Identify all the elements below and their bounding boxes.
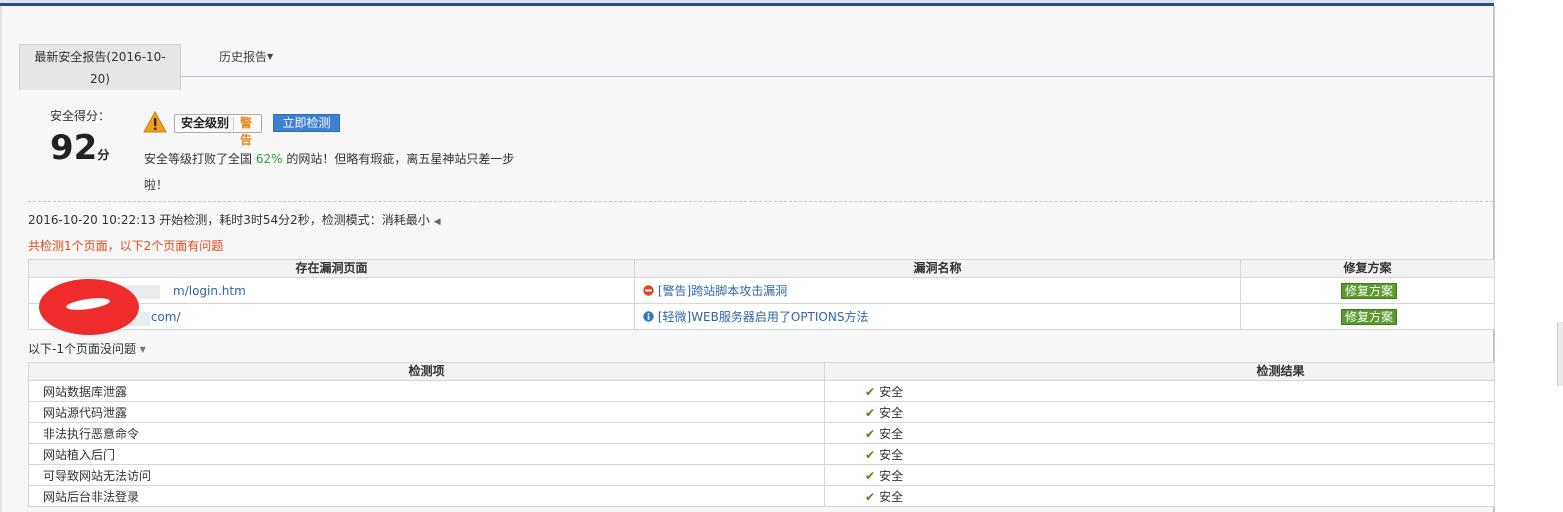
- column-header: 存在漏洞页面: [28, 259, 635, 278]
- desc-before: 安全等级打败了全国: [144, 152, 256, 166]
- side-scroll-handle[interactable]: [1557, 322, 1563, 386]
- table-row: 网站后台非法登录 ✔ 安全: [28, 485, 1495, 507]
- fix-solution-button[interactable]: 修复方案: [1341, 282, 1398, 299]
- check-item: 网站数据库泄露: [28, 380, 825, 402]
- check-result: ✔ 安全: [824, 485, 1495, 507]
- fix-cell: 修复方案: [1240, 303, 1495, 330]
- table-row: 网站源代码泄露 ✔ 安全: [28, 401, 1495, 423]
- score-unit: 分: [97, 148, 110, 162]
- check-result: ✔ 安全: [824, 422, 1495, 444]
- check-result: ✔ 安全: [824, 464, 1495, 486]
- chevron-down-icon: ▼: [267, 52, 274, 61]
- vuln-name-cell: [警告]跨站脚本攻击漏洞: [634, 277, 1241, 304]
- divider: [28, 201, 1493, 202]
- check-result: ✔ 安全: [824, 443, 1495, 465]
- table-row: 可导致网站无法访问 ✔ 安全: [28, 464, 1495, 486]
- check-icon: ✔: [865, 426, 876, 441]
- check-item: 非法执行恶意命令: [28, 422, 825, 444]
- scan-info-text: 2016-10-20 10:22:13 开始检测，耗时3时54分2秒，检测模式：…: [28, 213, 430, 227]
- fix-solution-button[interactable]: 修复方案: [1341, 308, 1398, 325]
- vuln-page-link[interactable]: .com/: [147, 310, 181, 324]
- outer-background: [1495, 0, 1563, 512]
- info-icon: [643, 311, 654, 322]
- check-icon: ✔: [865, 447, 876, 462]
- table-row: m/login.htm [警告]跨站脚本攻击漏洞 修复方案: [28, 277, 1495, 304]
- table-row: 非法执行恶意命令 ✔ 安全: [28, 422, 1495, 444]
- check-result: ✔ 安全: [824, 401, 1495, 423]
- warning-icon: [143, 111, 167, 133]
- level-divider: [233, 117, 234, 131]
- vuln-page-link[interactable]: m/login.htm: [173, 284, 246, 298]
- score-description: 安全等级打败了全国 62% 的网站！但略有瑕疵，离五星神站只差一步啦！: [144, 146, 524, 198]
- table-row: 网站数据库泄露 ✔ 安全: [28, 380, 1495, 402]
- score-label: 安全得分：: [50, 109, 111, 123]
- scan-info: 2016-10-20 10:22:13 开始检测，耗时3时54分2秒，检测模式：…: [28, 211, 441, 228]
- vuln-name-link[interactable]: [警告]跨站脚本攻击漏洞: [658, 284, 787, 298]
- vuln-name-cell: [轻微]WEB服务器启用了OPTIONS方法: [634, 303, 1241, 330]
- issue-summary: 共检测1个页面，以下2个页面有问题: [28, 239, 224, 253]
- no-problem-text: 以下-1个页面没问题: [28, 342, 136, 356]
- tab-latest-report-label: 最新安全报告(2016-10-20): [34, 50, 166, 86]
- check-item: 可导致网站无法访问: [28, 464, 825, 486]
- chevron-down-icon: ▼: [139, 345, 146, 354]
- table-row: .com/ [轻微]WEB服务器启用了OPTIONS方法 修复方案: [28, 303, 1495, 330]
- check-icon: ✔: [865, 384, 876, 399]
- column-header: 检测结果: [824, 362, 1495, 381]
- security-level-label: 安全级别: [181, 116, 230, 130]
- check-result-text: 安全: [879, 489, 904, 504]
- score-value: 92: [50, 128, 98, 168]
- no-problem-summary[interactable]: 以下-1个页面没问题 ▼: [28, 340, 146, 357]
- check-item: 网站后台非法登录: [28, 485, 825, 507]
- vulnerability-table: 存在漏洞页面 漏洞名称 修复方案 m/login.htm [警告]跨站脚本攻击漏…: [28, 259, 1495, 330]
- tab-history-label: 历史报告: [219, 50, 268, 64]
- table-header-row: 存在漏洞页面 漏洞名称 修复方案: [28, 259, 1495, 278]
- security-level-value: 警告: [240, 116, 253, 147]
- tab-underline: [181, 76, 1494, 77]
- check-result: ✔ 安全: [824, 380, 1495, 402]
- table-row: 网站植入后门 ✔ 安全: [28, 443, 1495, 465]
- check-item: 网站源代码泄露: [28, 401, 825, 423]
- tab-history-report[interactable]: 历史报告▼: [219, 48, 273, 65]
- check-result-text: 安全: [879, 405, 904, 420]
- check-icon: ✔: [865, 489, 876, 504]
- fix-cell: 修复方案: [1240, 277, 1495, 304]
- column-header: 检测项: [28, 362, 825, 381]
- column-header: 修复方案: [1240, 259, 1495, 278]
- check-item: 网站植入后门: [28, 443, 825, 465]
- check-icon: ✔: [865, 468, 876, 483]
- vuln-name-link[interactable]: [轻微]WEB服务器启用了OPTIONS方法: [658, 310, 869, 324]
- detect-now-button[interactable]: 立即检测: [273, 114, 340, 132]
- check-icon: ✔: [865, 405, 876, 420]
- check-result-text: 安全: [879, 447, 904, 462]
- redaction-mark: [39, 279, 139, 335]
- caret-left-icon[interactable]: ◀: [434, 217, 441, 227]
- check-result-text: 安全: [879, 426, 904, 441]
- desc-percent: 62%: [255, 152, 283, 166]
- column-header: 漏洞名称: [634, 259, 1241, 278]
- check-result-text: 安全: [879, 468, 904, 483]
- stop-icon: [643, 285, 654, 296]
- table-header-row: 检测项 检测结果: [28, 362, 1495, 381]
- tab-latest-report[interactable]: 最新安全报告(2016-10-20): [19, 44, 181, 90]
- check-items-table: 检测项 检测结果 网站数据库泄露 ✔ 安全 网站源代码泄露 ✔ 安全 非法执行恶意命令 ✔…: [28, 362, 1495, 507]
- check-result-text: 安全: [879, 384, 904, 399]
- security-score: 92分: [50, 126, 109, 177]
